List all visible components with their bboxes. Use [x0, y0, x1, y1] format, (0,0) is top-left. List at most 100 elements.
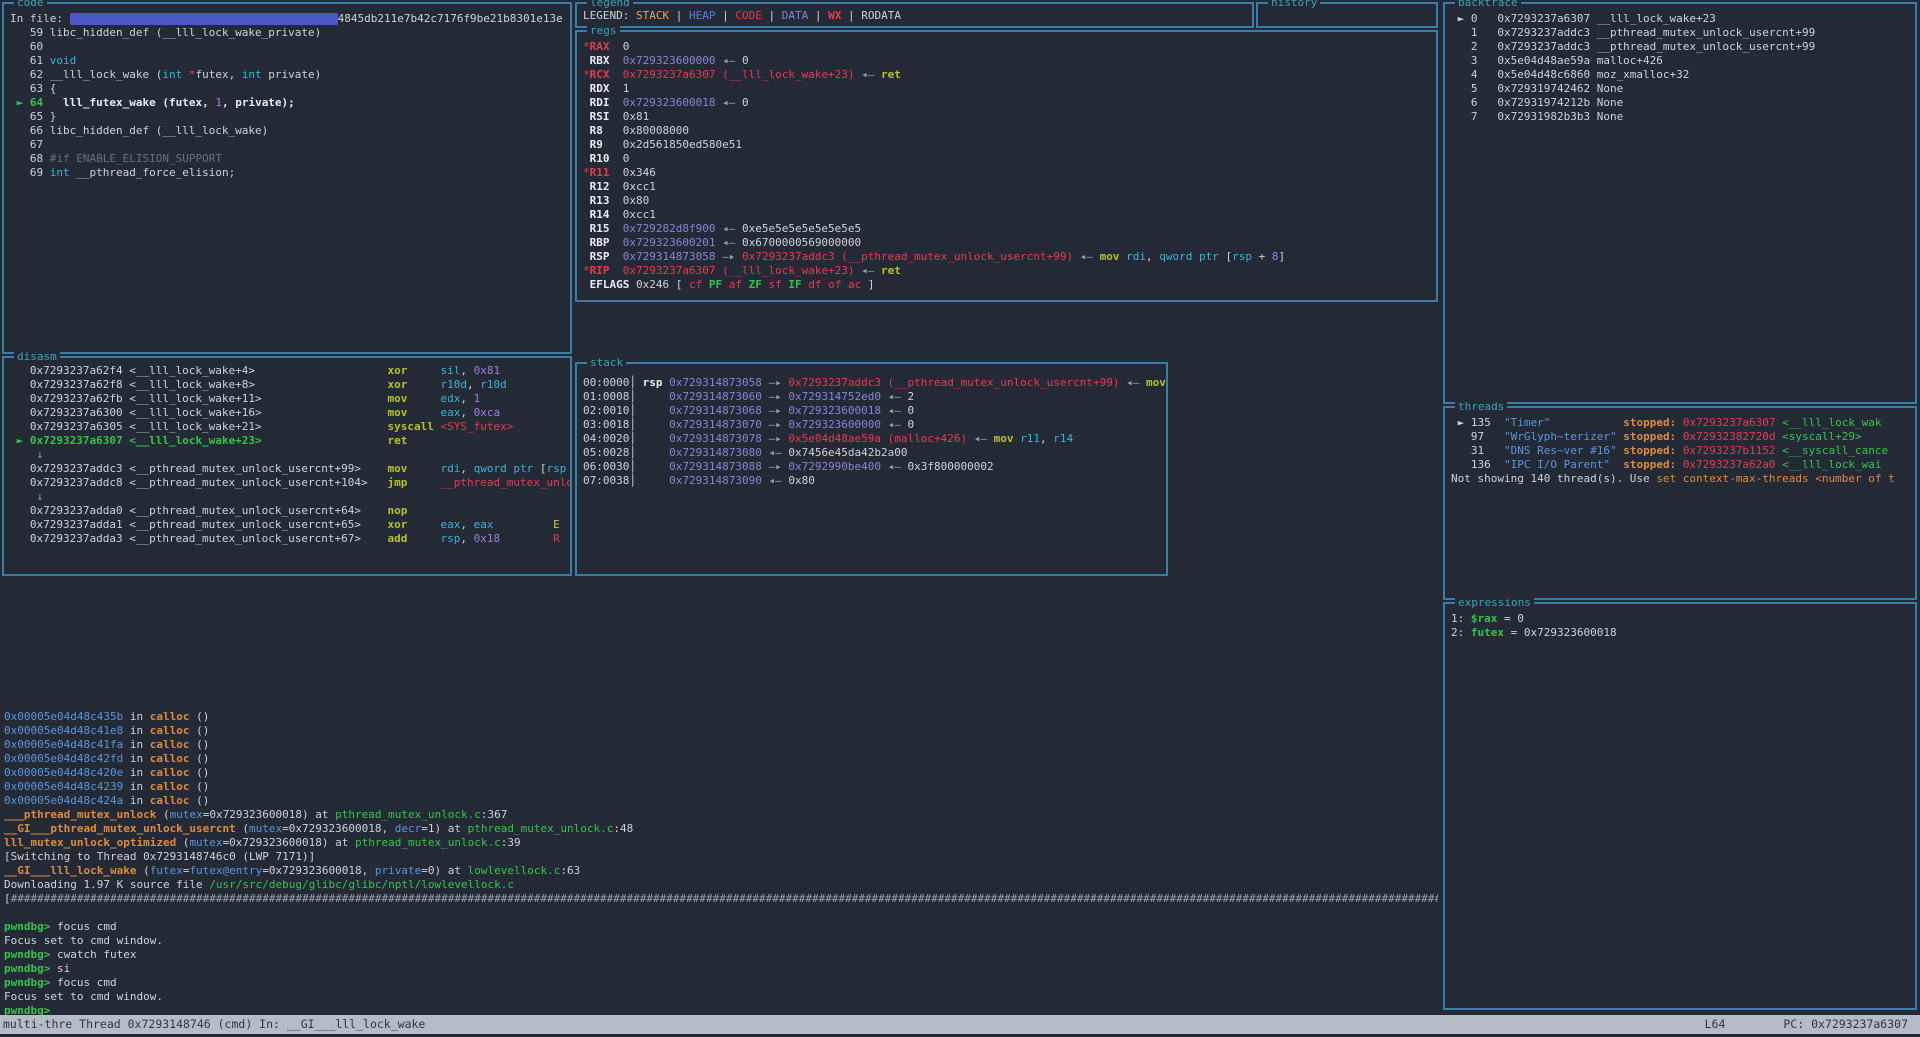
- text-line: R10 0: [583, 152, 1434, 166]
- text-line: 0x00005e04d48c420e in calloc (): [4, 766, 1438, 780]
- legend-panel: legend LEGEND: STACK | HEAP | CODE | DAT…: [575, 2, 1254, 28]
- text-line: EFLAGS 0x246 [ cf PF af ZF sf IF df of a…: [583, 278, 1434, 292]
- text-line: RBP 0x729323600201 ◂— 0x6700000569000000: [583, 236, 1434, 250]
- text-line: Not showing 140 thread(s). Use set conte…: [1451, 472, 1913, 486]
- text-line: RDI 0x729323600018 ◂— 0: [583, 96, 1434, 110]
- text-line: 69 int __pthread_force_elision;: [10, 166, 568, 180]
- text-line: R12 0xcc1: [583, 180, 1434, 194]
- code-source-lines: In file: 4845db211e7b42c7176f9be21b8301e…: [4, 4, 570, 352]
- text-line: 3 0x5e04d48ae59a malloc+426: [1451, 54, 1913, 68]
- text-line: R15 0x729282d8f900 ◂— 0xe5e5e5e5e5e5e5e5: [583, 222, 1434, 236]
- status-bar: multi-thre Thread 0x7293148746 (cmd) In:…: [0, 1015, 1920, 1034]
- text-line: *RCX 0x7293237a6307 (__lll_lock_wake+23)…: [583, 68, 1434, 82]
- text-line: 05:0028│ 0x729314873080 ◂— 0x7456e45da42…: [583, 446, 1164, 460]
- text-line: [#######################################…: [4, 892, 1438, 906]
- text-line: 5 0x729319742462 None: [1451, 82, 1913, 96]
- text-line: RBX 0x729323600000 ◂— 0: [583, 54, 1434, 68]
- text-line: 68 #if ENABLE_ELISION_SUPPORT: [10, 152, 568, 166]
- history-panel: history [←][→]: [1256, 2, 1438, 28]
- text-line: 65 }: [10, 110, 568, 124]
- panel-title-regs: regs: [587, 24, 620, 38]
- text-line: 0x7293237addc8 <__pthread_mutex_unlock_u…: [10, 476, 568, 490]
- status-line-indicator: L64: [1705, 1015, 1726, 1034]
- panel-title-legend: legend: [587, 0, 633, 10]
- text-line: 63 {: [10, 82, 568, 96]
- expression-rows: 1: $rax = 02: futex = 0x729323600018: [1445, 604, 1915, 1008]
- text-line: __GI___lll_lock_wake (futex=futex@entry=…: [4, 864, 1438, 878]
- text-line: pwndbg> cwatch futex: [4, 948, 1438, 962]
- panel-title-history: history: [1268, 0, 1320, 10]
- panel-title-threads: threads: [1455, 400, 1507, 414]
- text-line: 2 0x7293237addc3 __pthread_mutex_unlock_…: [1451, 40, 1913, 54]
- text-line: RSP 0x729314873058 —▸ 0x7293237addc3 (__…: [583, 250, 1434, 264]
- panel-title-disasm: disasm: [14, 350, 60, 364]
- text-line: 0x7293237a6305 <__lll_lock_wake+21> sysc…: [10, 420, 568, 434]
- text-line: 0x00005e04d48c42fd in calloc (): [4, 752, 1438, 766]
- text-line: 01:0008│ 0x729314873060 —▸ 0x729314752ed…: [583, 390, 1164, 404]
- text-line: 66 libc_hidden_def (__lll_lock_wake): [10, 124, 568, 138]
- panel-title-stack: stack: [587, 356, 626, 370]
- text-line: 06:0030│ 0x729314873088 —▸ 0x7292990be40…: [583, 460, 1164, 474]
- text-line: 97 "WrGlyph~terizer" stopped: 0x72932382…: [1451, 430, 1913, 444]
- text-line: 0x7293237a62f8 <__lll_lock_wake+8> xor r…: [10, 378, 568, 392]
- text-line: *RIP 0x7293237a6307 (__lll_lock_wake+23)…: [583, 264, 1434, 278]
- text-line: ► 135 "Timer" stopped: 0x7293237a6307 <_…: [1451, 416, 1913, 430]
- disassembly-panel: disasm 0x7293237a62f4 <__lll_lock_wake+4…: [2, 356, 572, 576]
- backtrace-panel: backtrace ► 0 0x7293237a6307 __lll_lock_…: [1443, 2, 1917, 404]
- panel-title-backtrace: backtrace: [1455, 0, 1521, 10]
- status-pc-value: PC: 0x7293237a6307: [1783, 1015, 1908, 1034]
- text-line: 59 libc_hidden_def (__lll_lock_wake_priv…: [10, 26, 568, 40]
- command-output[interactable]: 0x00005e04d48c435b in calloc ()0x00005e0…: [4, 710, 1438, 1015]
- thread-rows: ► 135 "Timer" stopped: 0x7293237a6307 <_…: [1445, 408, 1915, 598]
- text-line: R13 0x80: [583, 194, 1434, 208]
- text-line: 60: [10, 40, 568, 54]
- text-line: 00:0000│ rsp 0x729314873058 —▸ 0x7293237…: [583, 376, 1164, 390]
- text-line: 67: [10, 138, 568, 152]
- text-line: 31 "DNS Res~ver #16" stopped: 0x7293237b…: [1451, 444, 1913, 458]
- text-line: ► 0x7293237a6307 <__lll_lock_wake+23> re…: [10, 434, 568, 448]
- status-thread-info: multi-thre Thread 0x7293148746 (cmd) In:…: [3, 1015, 425, 1034]
- expressions-panel: expressions 1: $rax = 02: futex = 0x7293…: [1443, 602, 1917, 1010]
- text-line: 0x00005e04d48c41fa in calloc (): [4, 738, 1438, 752]
- stack-lines: 00:0000│ rsp 0x729314873058 —▸ 0x7293237…: [577, 364, 1166, 574]
- legend-line: LEGEND: STACK | HEAP | CODE | DATA | WX …: [577, 4, 1252, 26]
- text-line: ► 64 lll_futex_wake (futex, 1, private);: [10, 96, 568, 110]
- text-line: pwndbg> si: [4, 962, 1438, 976]
- text-line: 1 0x7293237addc3 __pthread_mutex_unlock_…: [1451, 26, 1913, 40]
- text-line: 0x7293237addc3 <__pthread_mutex_unlock_u…: [10, 462, 568, 476]
- backtrace-frames: ► 0 0x7293237a6307 __lll_lock_wake+23 1 …: [1445, 4, 1915, 402]
- text-line: 04:0020│ 0x729314873078 —▸ 0x5e04d48ae59…: [583, 432, 1164, 446]
- text-line: 03:0018│ 0x729314873070 —▸ 0x72932360000…: [583, 418, 1164, 432]
- text-line: 02:0010│ 0x729314873068 —▸ 0x72932360001…: [583, 404, 1164, 418]
- threads-panel: threads ► 135 "Timer" stopped: 0x7293237…: [1443, 406, 1917, 600]
- text-line: 1: $rax = 0: [1451, 612, 1913, 626]
- text-line: __GI___pthread_mutex_unlock_usercnt (mut…: [4, 822, 1438, 836]
- register-lines: *RAX 0 RBX 0x729323600000 ◂— 0*RCX 0x729…: [577, 32, 1436, 300]
- text-line: lll_mutex_unlock_optimized (mutex=0x7293…: [4, 836, 1438, 850]
- text-line: 0x00005e04d48c4239 in calloc (): [4, 780, 1438, 794]
- text-line: *RAX 0: [583, 40, 1434, 54]
- text-line: pwndbg> focus cmd: [4, 920, 1438, 934]
- text-line: 0x7293237adda0 <__pthread_mutex_unlock_u…: [10, 504, 568, 518]
- text-line: pwndbg> focus cmd: [4, 976, 1438, 990]
- text-line: *R11 0x346: [583, 166, 1434, 180]
- text-line: LEGEND: STACK | HEAP | CODE | DATA | WX …: [583, 5, 1250, 19]
- text-line: 0x00005e04d48c41e8 in calloc (): [4, 724, 1438, 738]
- text-line: 6 0x72931974212b None: [1451, 96, 1913, 110]
- text-line: RDX 1: [583, 82, 1434, 96]
- stack-panel: stack 00:0000│ rsp 0x729314873058 —▸ 0x7…: [575, 362, 1168, 576]
- text-line: ↓: [10, 490, 568, 504]
- text-line: 0x7293237a62fb <__lll_lock_wake+11> mov …: [10, 392, 568, 406]
- code-panel: code In file: 4845db211e7b42c7176f9be21b…: [2, 2, 572, 354]
- text-line: 62 __lll_lock_wake (int *futex, int priv…: [10, 68, 568, 82]
- text-line: 7 0x72931982b3b3 None: [1451, 110, 1913, 124]
- text-line: ___pthread_mutex_unlock (mutex=0x7293236…: [4, 808, 1438, 822]
- text-line: ► 0 0x7293237a6307 __lll_lock_wake+23: [1451, 12, 1913, 26]
- text-line: In file: 4845db211e7b42c7176f9be21b8301e…: [10, 12, 568, 26]
- text-line: 136 "IPC I/O Parent" stopped: 0x7293237a…: [1451, 458, 1913, 472]
- text-line: pwndbg>: [4, 1004, 1438, 1015]
- text-line: Focus set to cmd window.: [4, 990, 1438, 1004]
- text-line: 0x7293237a62f4 <__lll_lock_wake+4> xor s…: [10, 364, 568, 378]
- text-line: 2: futex = 0x729323600018: [1451, 626, 1913, 640]
- registers-panel: regs *RAX 0 RBX 0x729323600000 ◂— 0*RCX …: [575, 30, 1438, 302]
